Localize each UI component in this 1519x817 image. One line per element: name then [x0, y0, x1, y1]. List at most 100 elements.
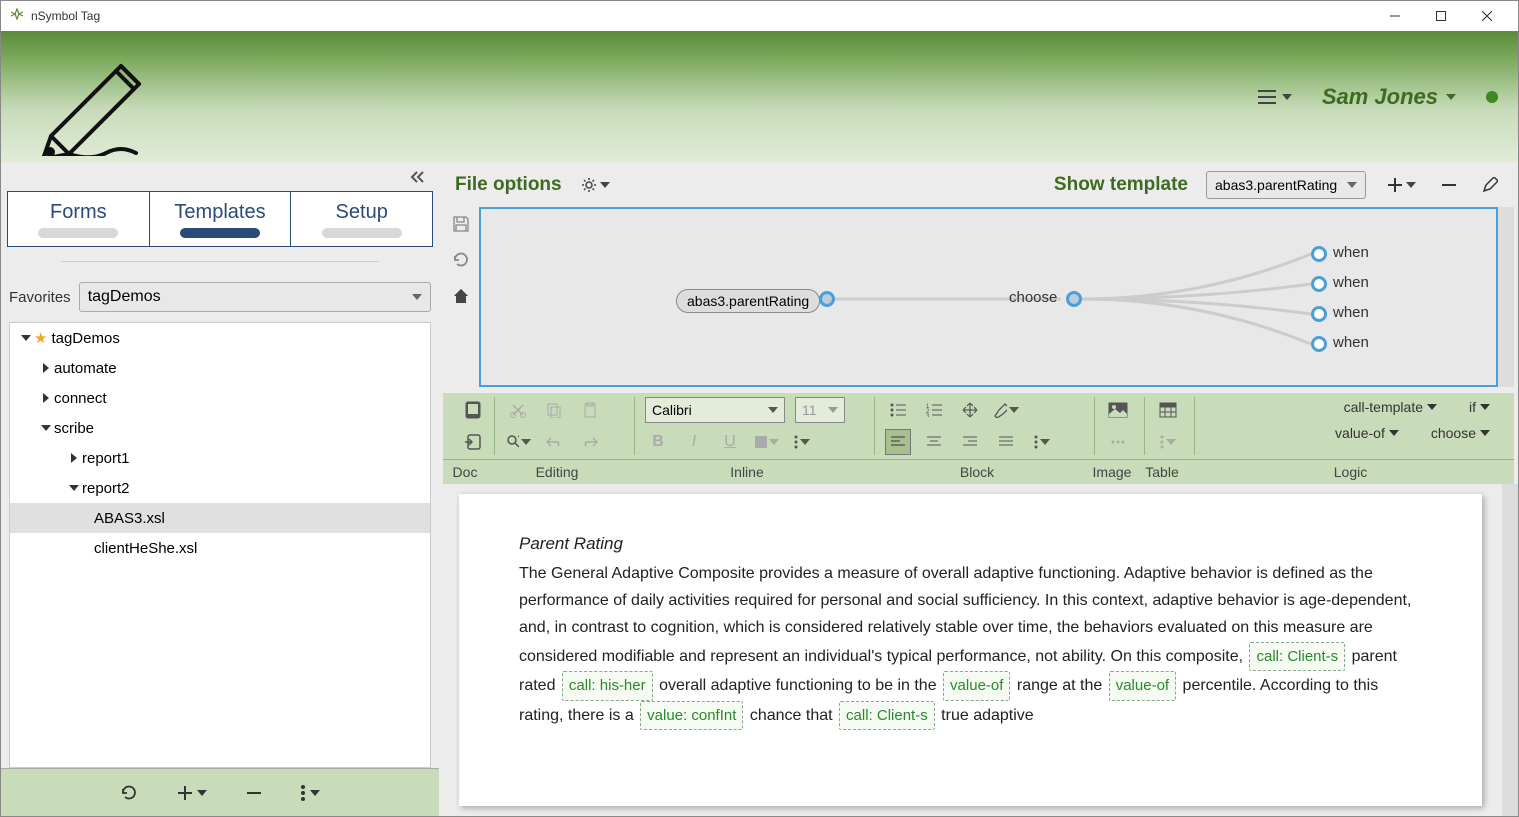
- template-tag[interactable]: value-of: [1109, 671, 1176, 701]
- document-heading: Parent Rating: [519, 534, 1422, 554]
- template-toolbar: File options Show template abas3.parentR…: [439, 163, 1518, 207]
- ribbon-group-label: Editing: [487, 464, 627, 480]
- tree-item-report1[interactable]: report1: [10, 443, 430, 473]
- template-tag[interactable]: call: Client-s: [839, 701, 935, 731]
- diagram-choose-label: choose: [1009, 289, 1057, 306]
- tab-forms[interactable]: Forms: [8, 192, 150, 246]
- more-button[interactable]: [301, 785, 320, 801]
- more-block-icon[interactable]: [1029, 429, 1055, 455]
- titlebar: nSymbol Tag: [1, 1, 1518, 31]
- template-tag[interactable]: value-of: [943, 671, 1010, 701]
- user-menu[interactable]: Sam Jones: [1322, 84, 1456, 110]
- ribbon-group-label: Table: [1137, 464, 1187, 480]
- image-more-icon[interactable]: [1105, 429, 1131, 455]
- color-icon[interactable]: [753, 429, 779, 455]
- underline-icon[interactable]: U: [717, 429, 743, 455]
- tree-item-report2[interactable]: report2: [10, 473, 430, 503]
- node-circle-icon[interactable]: [1311, 276, 1327, 292]
- app-icon: [9, 8, 25, 24]
- status-indicator-icon: [1486, 91, 1498, 103]
- find-replace-icon[interactable]: [505, 429, 531, 455]
- file-options-gear-button[interactable]: [580, 176, 610, 194]
- numbered-list-icon[interactable]: 123: [921, 397, 947, 423]
- value-of-button[interactable]: value-of: [1329, 423, 1405, 443]
- align-right-icon[interactable]: [957, 429, 983, 455]
- align-left-icon[interactable]: [885, 429, 911, 455]
- save-icon[interactable]: [452, 215, 470, 233]
- device-icon[interactable]: [461, 397, 484, 423]
- highlighter-icon[interactable]: [993, 397, 1019, 423]
- table-icon[interactable]: [1155, 397, 1181, 423]
- move-icon[interactable]: [957, 397, 983, 423]
- tree-item-abas3[interactable]: ABAS3.xsl: [10, 503, 430, 533]
- table-more-icon[interactable]: [1155, 429, 1181, 455]
- choose-button[interactable]: choose: [1425, 423, 1496, 443]
- user-name-label: Sam Jones: [1322, 84, 1438, 110]
- node-circle-icon[interactable]: [1311, 246, 1327, 262]
- more-inline-icon[interactable]: [789, 429, 815, 455]
- tree-item-scribe[interactable]: scribe: [10, 413, 430, 443]
- content-area: File options Show template abas3.parentR…: [439, 163, 1518, 816]
- tab-templates[interactable]: Templates: [150, 192, 292, 246]
- minimize-button[interactable]: [1372, 1, 1418, 31]
- when-label: when: [1333, 334, 1369, 351]
- ribbon-group-label: Block: [867, 464, 1087, 480]
- image-icon[interactable]: [1105, 397, 1131, 423]
- redo-icon[interactable]: [577, 429, 603, 455]
- refresh-button[interactable]: [120, 784, 138, 802]
- add-button[interactable]: [178, 786, 207, 800]
- document-scrollbar[interactable]: [1502, 484, 1518, 816]
- file-tree: ★tagDemos automate connect scribe report…: [9, 322, 431, 768]
- remove-button[interactable]: [247, 786, 261, 800]
- cut-icon[interactable]: [505, 397, 531, 423]
- document-page[interactable]: Parent Rating The General Adaptive Compo…: [459, 494, 1482, 806]
- export-icon[interactable]: [461, 429, 484, 455]
- align-center-icon[interactable]: [921, 429, 947, 455]
- window-controls: [1372, 1, 1510, 31]
- italic-icon[interactable]: I: [681, 429, 707, 455]
- tree-item-clientheshe[interactable]: clientHeShe.xsl: [10, 533, 430, 563]
- close-button[interactable]: [1464, 1, 1510, 31]
- align-justify-icon[interactable]: [993, 429, 1019, 455]
- node-circle-icon[interactable]: [1311, 306, 1327, 322]
- copy-icon[interactable]: [541, 397, 567, 423]
- font-size-select[interactable]: 11: [795, 397, 845, 423]
- node-circle-icon[interactable]: [1311, 336, 1327, 352]
- tree-item-automate[interactable]: automate: [10, 353, 430, 383]
- add-template-button[interactable]: [1384, 174, 1420, 196]
- template-select[interactable]: abas3.parentRating: [1206, 171, 1366, 199]
- favorites-label: Favorites: [9, 289, 71, 306]
- template-tag[interactable]: call: Client-s: [1249, 642, 1345, 672]
- tab-setup[interactable]: Setup: [291, 192, 432, 246]
- file-options-label: File options: [455, 174, 562, 196]
- pencil-logo-icon: [21, 41, 151, 156]
- svg-text:3: 3: [926, 414, 930, 417]
- diagram-canvas[interactable]: abas3.parentRating choose when when when…: [479, 207, 1498, 387]
- template-tag[interactable]: value: confInt: [640, 701, 743, 731]
- maximize-button[interactable]: [1418, 1, 1464, 31]
- diagram-scrollbar[interactable]: [1498, 207, 1514, 387]
- paste-icon[interactable]: [577, 397, 603, 423]
- node-circle-icon[interactable]: [819, 291, 835, 307]
- home-icon[interactable]: [452, 287, 470, 305]
- reload-icon[interactable]: [452, 251, 470, 269]
- sidebar-footer: [1, 768, 439, 816]
- bullet-list-icon[interactable]: [885, 397, 911, 423]
- edit-template-button[interactable]: [1478, 173, 1502, 197]
- template-tag[interactable]: call: his-her: [562, 671, 653, 701]
- tree-item-connect[interactable]: connect: [10, 383, 430, 413]
- tree-root[interactable]: ★tagDemos: [10, 323, 430, 353]
- when-label: when: [1333, 304, 1369, 321]
- collapse-sidebar-button[interactable]: [1, 163, 439, 191]
- diagram-root-node[interactable]: abas3.parentRating: [676, 289, 820, 313]
- undo-icon[interactable]: [541, 429, 567, 455]
- node-circle-icon[interactable]: [1066, 291, 1082, 307]
- remove-template-button[interactable]: [1438, 174, 1460, 196]
- font-select[interactable]: Calibri: [645, 397, 785, 423]
- hamburger-menu-icon[interactable]: [1258, 89, 1292, 105]
- call-template-button[interactable]: call-template: [1338, 397, 1443, 417]
- bold-icon[interactable]: B: [645, 429, 671, 455]
- if-button[interactable]: if: [1463, 397, 1496, 417]
- favorites-select[interactable]: tagDemos: [79, 282, 431, 312]
- diagram-sidebar: [443, 207, 479, 387]
